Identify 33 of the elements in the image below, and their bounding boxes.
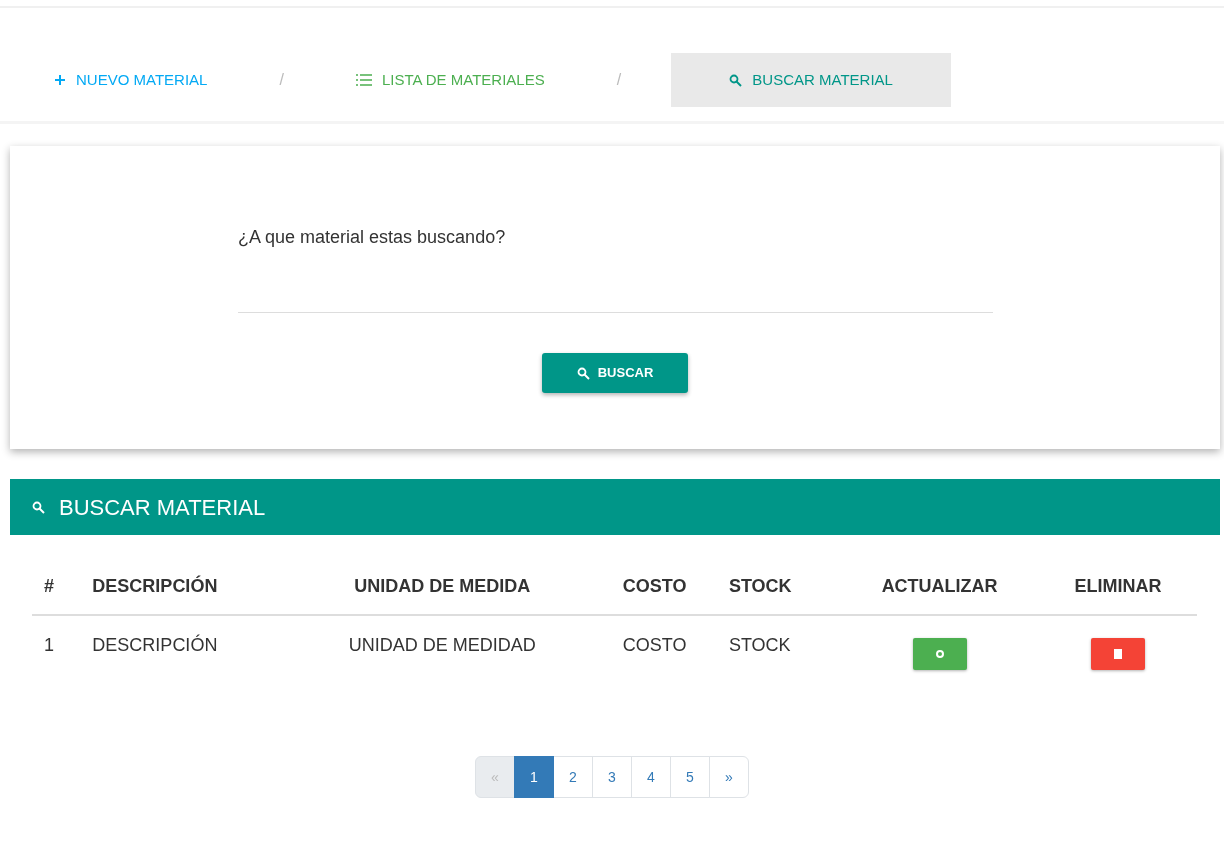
column-header: COSTO (592, 563, 717, 615)
column-header: # (32, 563, 81, 615)
search-icon (32, 500, 45, 514)
plus-icon (54, 74, 66, 86)
page-link[interactable]: 1 (514, 756, 554, 798)
list-icon (355, 74, 372, 86)
next-page-link[interactable]: » (709, 756, 749, 798)
column-header: ELIMINAR (1039, 563, 1197, 615)
column-header: STOCK (716, 563, 841, 615)
breadcrumb-separator: / (616, 70, 622, 90)
column-header: UNIDAD DE MEDIDA (292, 563, 593, 615)
page-link[interactable]: 5 (670, 756, 710, 798)
breadcrumb-tab[interactable]: BUSCAR MATERIAL (671, 53, 952, 107)
table-cell: COSTO (622, 635, 687, 655)
page-link[interactable]: 4 (631, 756, 671, 798)
table-cell: 1 (44, 635, 54, 655)
column-header: DESCRIPCIÓN (80, 563, 293, 615)
page-link[interactable]: 3 (592, 756, 632, 798)
search-button[interactable]: BUSCAR (542, 353, 688, 393)
column-header: ACTUALIZAR (840, 563, 1040, 615)
panel-title: BUSCAR MATERIAL (59, 493, 266, 522)
table-cell: STOCK (728, 635, 791, 655)
delete-button[interactable] (1091, 638, 1146, 670)
breadcrumb-tab[interactable]: LISTA DE MATERIALES (333, 53, 567, 107)
breadcrumb-tab[interactable]: NUEVO MATERIAL (32, 53, 230, 107)
breadcrumb-separator: / (279, 70, 284, 90)
table-cell: DESCRIPCIÓN (92, 635, 218, 655)
table-cell: UNIDAD DE MEDIDAD (348, 635, 536, 655)
search-icon (576, 366, 590, 380)
update-button[interactable] (912, 638, 967, 670)
search-label: ¿A que material estas buscando? (238, 226, 507, 249)
page-link[interactable]: 2 (553, 756, 593, 798)
search-icon (729, 73, 743, 87)
